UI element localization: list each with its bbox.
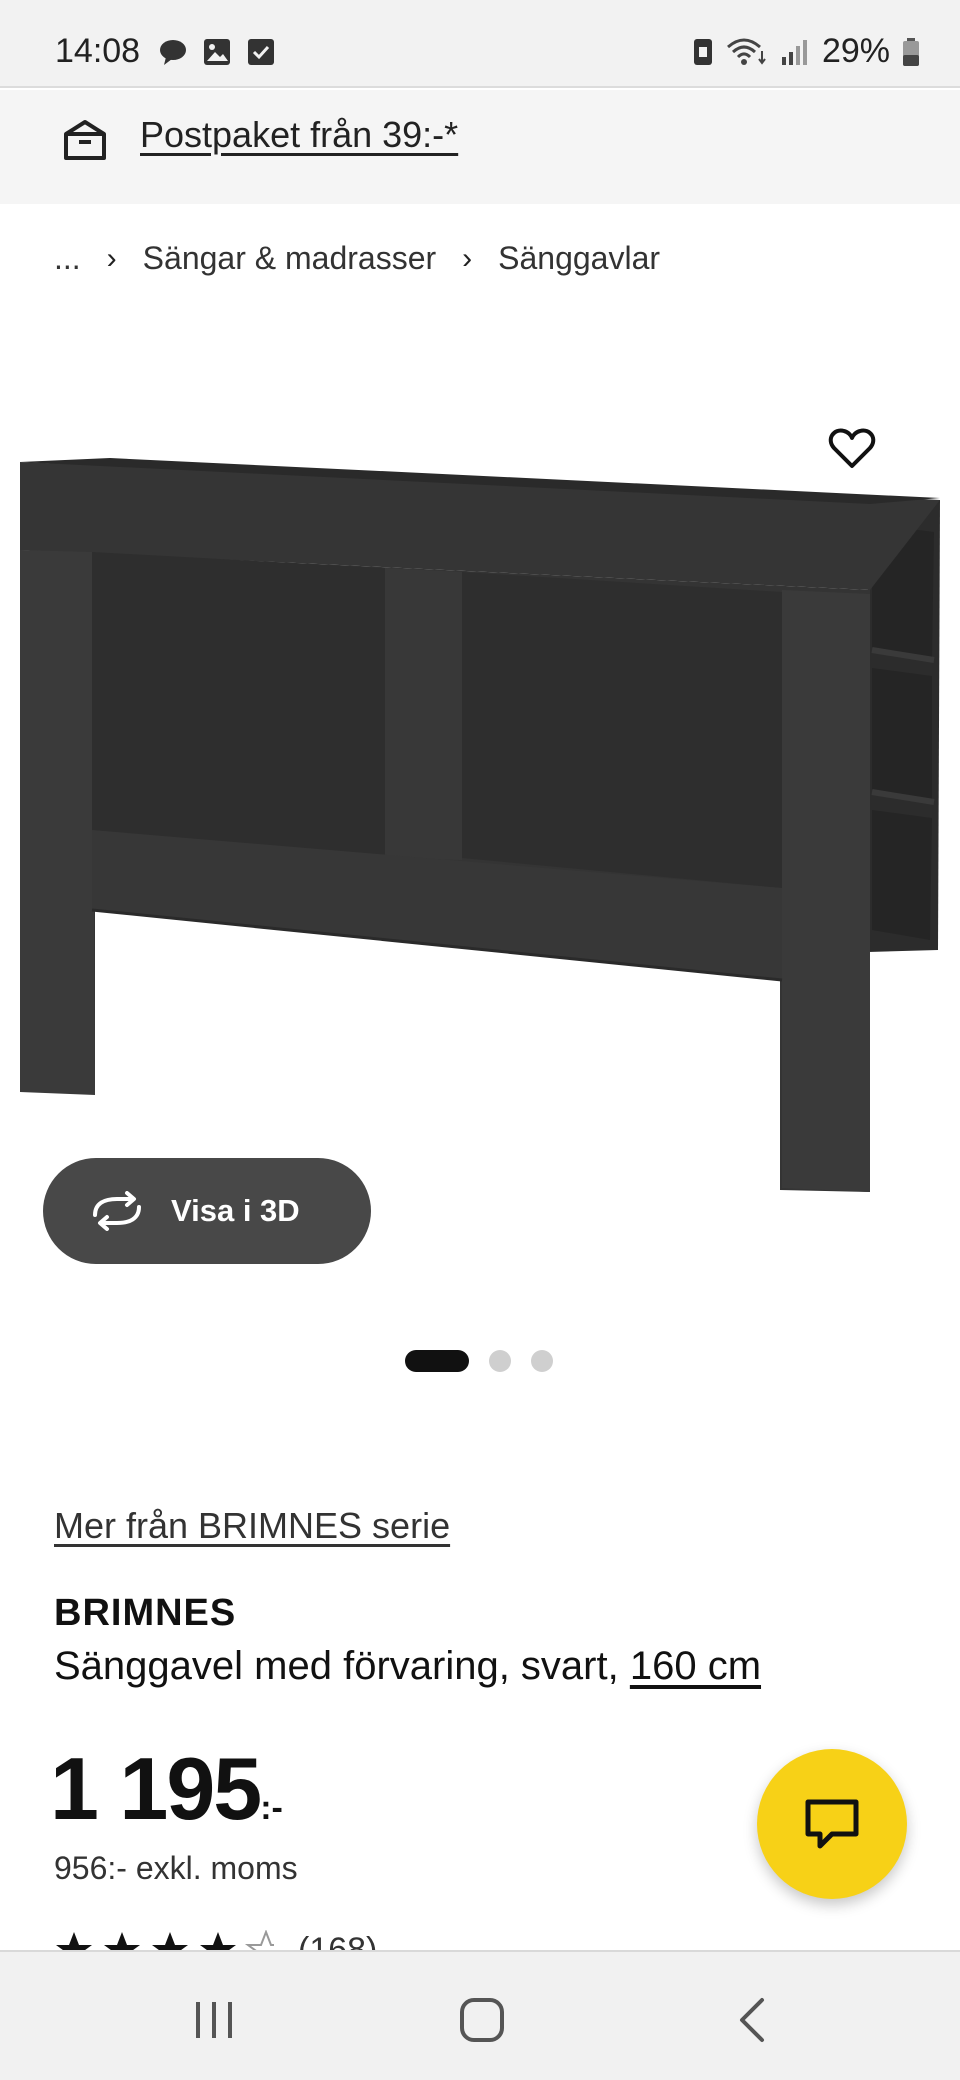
carousel-dot-3[interactable] (531, 1350, 553, 1372)
home-button[interactable] (452, 1990, 512, 2050)
heart-icon (828, 428, 876, 468)
chevron-right-icon: › (462, 241, 473, 275)
wifi-icon (726, 38, 766, 65)
chevron-right-icon: › (106, 241, 117, 275)
price: 1 195:- (50, 1738, 283, 1840)
recent-apps-button[interactable] (184, 1990, 244, 2050)
favorite-button[interactable] (812, 408, 892, 488)
size-link[interactable]: 160 cm (630, 1644, 761, 1688)
price-excl-vat: 956:- exkl. moms (54, 1850, 298, 1886)
product-description-text: Sänggavel med förvaring, svart, (54, 1644, 619, 1688)
product-description: Sänggavel med förvaring, svart, 160 cm (54, 1644, 761, 1689)
breadcrumb-ellipsis[interactable]: ... (54, 240, 81, 277)
system-nav-bar (0, 1950, 960, 2080)
price-value: 1 195 (50, 1739, 262, 1838)
carousel-dot-1[interactable] (405, 1350, 469, 1372)
checkbox-icon (248, 39, 274, 65)
signal-icon (781, 39, 807, 65)
image-icon (204, 39, 230, 65)
sim-icon (693, 38, 712, 65)
status-right: 29% (692, 32, 920, 71)
view-3d-label: Visa i 3D (171, 1193, 300, 1228)
breadcrumb: ... › Sängar & madrasser › Sänggavlar (54, 240, 660, 277)
notification-icons (158, 38, 276, 66)
battery-percent: 29% (821, 32, 890, 70)
back-button[interactable] (722, 1990, 782, 2050)
chat-button[interactable] (757, 1749, 907, 1899)
product-image[interactable] (0, 440, 960, 1200)
back-arrow-icon (740, 1998, 764, 2042)
breadcrumb-item-headboards[interactable]: Sänggavlar (498, 240, 660, 277)
carousel-dot-2[interactable] (489, 1350, 511, 1372)
product-name: BRIMNES (54, 1592, 237, 1634)
promo-link[interactable]: Postpaket från 39:-* (140, 114, 458, 156)
chat-icon (805, 1799, 859, 1849)
series-link[interactable]: Mer från BRIMNES serie (54, 1505, 450, 1547)
breadcrumb-item-beds[interactable]: Sängar & madrasser (143, 240, 436, 277)
package-icon (64, 120, 106, 160)
recent-apps-icon (196, 2002, 232, 2038)
status-time: 14:08 (55, 32, 141, 70)
chat-bubble-icon (160, 40, 186, 65)
price-suffix: :- (260, 1789, 283, 1827)
battery-icon (903, 37, 919, 66)
home-icon (460, 1998, 504, 2042)
rotate-3d-icon (93, 1191, 141, 1231)
view-3d-button[interactable]: Visa i 3D (43, 1158, 371, 1264)
status-bar: 14:08 29% (0, 0, 960, 88)
promo-bar: Postpaket från 39:-* (0, 90, 960, 204)
carousel-indicator (405, 1350, 553, 1372)
